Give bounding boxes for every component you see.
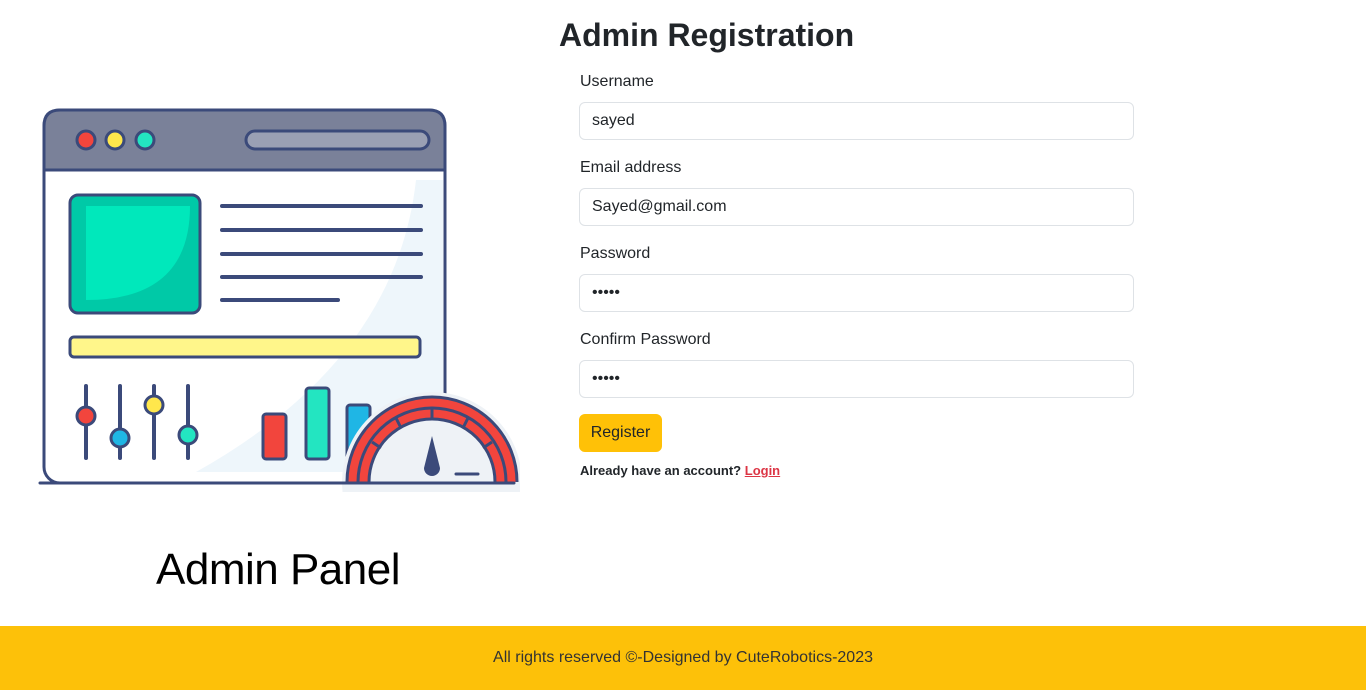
confirm-password-input[interactable] xyxy=(579,360,1134,398)
login-link[interactable]: Login xyxy=(745,463,780,478)
admin-panel-caption: Admin Panel xyxy=(156,545,400,594)
page: Admin Panel Admin Registration Username … xyxy=(0,0,1366,690)
admin-dashboard-illustration xyxy=(36,100,522,572)
register-button[interactable]: Register xyxy=(579,414,662,452)
email-input[interactable] xyxy=(579,188,1134,226)
username-input[interactable] xyxy=(579,102,1134,140)
footer: All rights reserved ©-Designed by CuteRo… xyxy=(0,626,1366,690)
username-label: Username xyxy=(580,73,654,90)
login-prompt-text: Already have an account? xyxy=(580,463,742,478)
footer-text: All rights reserved ©-Designed by CuteRo… xyxy=(493,649,873,666)
login-prompt-row: Already have an account? Login xyxy=(580,463,780,478)
password-input[interactable] xyxy=(579,274,1134,312)
email-label: Email address xyxy=(580,159,682,176)
page-title: Admin Registration xyxy=(559,17,855,53)
confirm-password-label: Confirm Password xyxy=(580,331,711,348)
password-label: Password xyxy=(580,245,651,262)
